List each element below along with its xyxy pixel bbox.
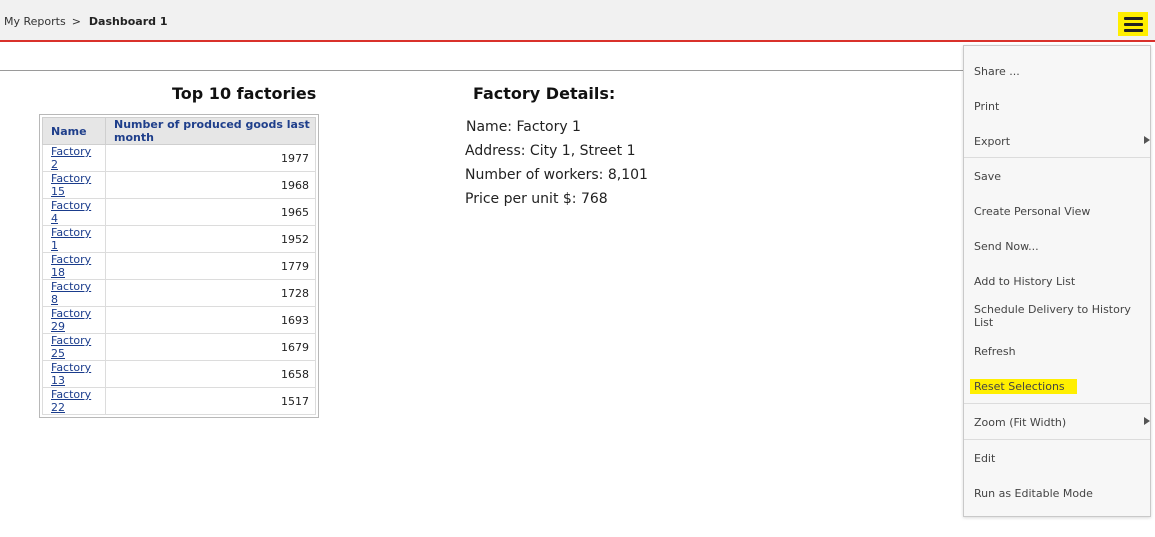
breadcrumb-current: Dashboard 1 bbox=[88, 15, 168, 28]
top-bar: My Reports > Dashboard 1 bbox=[0, 0, 1155, 42]
factory-details-title: Factory Details: bbox=[473, 84, 616, 103]
menu-item-edit[interactable]: Edit bbox=[964, 446, 1150, 470]
hamburger-icon bbox=[1123, 22, 1143, 26]
menu-item-label: Print bbox=[974, 99, 1000, 113]
factory-link[interactable]: Factory 1 bbox=[51, 226, 91, 252]
menu-item-label: Send Now... bbox=[974, 239, 1039, 253]
table-row: Factory 8 1728 bbox=[42, 279, 316, 307]
menu-item-export[interactable]: Export bbox=[964, 129, 1150, 153]
top-factories-title: Top 10 factories bbox=[172, 84, 317, 103]
hamburger-icon bbox=[1123, 28, 1143, 32]
menu-item-refresh[interactable]: Refresh bbox=[964, 339, 1150, 363]
menu-item-save[interactable]: Save bbox=[964, 164, 1150, 188]
menu-item-print[interactable]: Print bbox=[964, 94, 1150, 118]
menu-item-label: Reset Selections bbox=[970, 378, 1077, 394]
factory-details-panel: Name: Factory 1 Address: City 1, Street … bbox=[465, 118, 648, 214]
content-divider bbox=[0, 70, 965, 71]
menu-divider bbox=[964, 439, 1150, 440]
menu-item-label: Run as Editable Mode bbox=[974, 486, 1093, 500]
produced-goods-value: 1977 bbox=[105, 144, 316, 172]
menu-item-reset-selections[interactable]: Reset Selections bbox=[964, 374, 1150, 398]
breadcrumb: My Reports > Dashboard 1 bbox=[4, 15, 168, 28]
submenu-arrow-icon bbox=[1144, 417, 1150, 425]
factory-link[interactable]: Factory 18 bbox=[51, 253, 91, 279]
table-row: Factory 4 1965 bbox=[42, 198, 316, 226]
table-row: Factory 18 1779 bbox=[42, 252, 316, 280]
hamburger-menu-button[interactable] bbox=[1118, 12, 1148, 36]
produced-goods-value: 1679 bbox=[105, 333, 316, 361]
menu-item-label: Edit bbox=[974, 451, 996, 465]
factory-link[interactable]: Factory 13 bbox=[51, 361, 91, 387]
menu-item-label: Export bbox=[974, 134, 1011, 148]
detail-address: Address: City 1, Street 1 bbox=[465, 143, 636, 159]
factory-link[interactable]: Factory 15 bbox=[51, 172, 91, 198]
produced-goods-value: 1968 bbox=[105, 171, 316, 199]
factory-link[interactable]: Factory 25 bbox=[51, 334, 91, 360]
produced-goods-value: 1517 bbox=[105, 387, 316, 415]
table-row: Factory 25 1679 bbox=[42, 333, 316, 361]
table-row: Factory 13 1658 bbox=[42, 360, 316, 388]
produced-goods-value: 1693 bbox=[105, 306, 316, 334]
menu-item-label: Refresh bbox=[974, 344, 1016, 358]
detail-price: Price per unit $: 768 bbox=[465, 191, 608, 207]
column-header-name[interactable]: Name bbox=[42, 117, 106, 145]
factory-link[interactable]: Factory 22 bbox=[51, 388, 91, 414]
table-header-row: Name Number of produced goods last month bbox=[42, 117, 316, 145]
top-factories-table-container: Name Number of produced goods last month… bbox=[39, 114, 319, 418]
menu-item-label: Schedule Delivery to History List bbox=[974, 303, 1131, 329]
menu-item-zoom[interactable]: Zoom (Fit Width) bbox=[964, 410, 1150, 434]
options-dropdown-menu: Share ... Print Export Save Create Perso… bbox=[963, 45, 1151, 517]
top-factories-table: Name Number of produced goods last month… bbox=[42, 117, 316, 415]
produced-goods-value: 1965 bbox=[105, 198, 316, 226]
breadcrumb-my-reports[interactable]: My Reports bbox=[4, 15, 66, 28]
table-row: Factory 22 1517 bbox=[42, 387, 316, 415]
menu-item-label: Create Personal View bbox=[974, 204, 1091, 218]
detail-name: Name: Factory 1 bbox=[466, 119, 581, 135]
produced-goods-value: 1658 bbox=[105, 360, 316, 388]
menu-item-schedule-delivery[interactable]: Schedule Delivery to History List bbox=[964, 303, 1150, 329]
table-row: Factory 15 1968 bbox=[42, 171, 316, 199]
factory-link[interactable]: Factory 8 bbox=[51, 280, 91, 306]
menu-divider bbox=[964, 403, 1150, 404]
factory-link[interactable]: Factory 29 bbox=[51, 307, 91, 333]
menu-item-run-as-editable-mode[interactable]: Run as Editable Mode bbox=[964, 481, 1150, 505]
hamburger-icon bbox=[1123, 16, 1143, 20]
menu-item-send-now[interactable]: Send Now... bbox=[964, 234, 1150, 258]
menu-item-label: Zoom (Fit Width) bbox=[974, 415, 1067, 429]
menu-item-label: Share ... bbox=[974, 64, 1020, 78]
menu-item-label: Save bbox=[974, 169, 1002, 183]
menu-item-add-to-history-list[interactable]: Add to History List bbox=[964, 269, 1150, 293]
factory-link[interactable]: Factory 4 bbox=[51, 199, 91, 225]
menu-item-label: Add to History List bbox=[974, 274, 1076, 288]
column-header-produced-goods[interactable]: Number of produced goods last month bbox=[105, 117, 316, 145]
menu-divider bbox=[964, 157, 1150, 158]
produced-goods-value: 1779 bbox=[105, 252, 316, 280]
menu-item-share[interactable]: Share ... bbox=[964, 59, 1150, 83]
detail-workers: Number of workers: 8,101 bbox=[465, 167, 648, 183]
table-row: Factory 2 1977 bbox=[42, 144, 316, 172]
breadcrumb-separator: > bbox=[71, 15, 81, 28]
table-row: Factory 29 1693 bbox=[42, 306, 316, 334]
table-row: Factory 1 1952 bbox=[42, 225, 316, 253]
menu-item-create-personal-view[interactable]: Create Personal View bbox=[964, 199, 1150, 223]
submenu-arrow-icon bbox=[1144, 136, 1150, 144]
produced-goods-value: 1728 bbox=[105, 279, 316, 307]
factory-link[interactable]: Factory 2 bbox=[51, 145, 91, 171]
produced-goods-value: 1952 bbox=[105, 225, 316, 253]
